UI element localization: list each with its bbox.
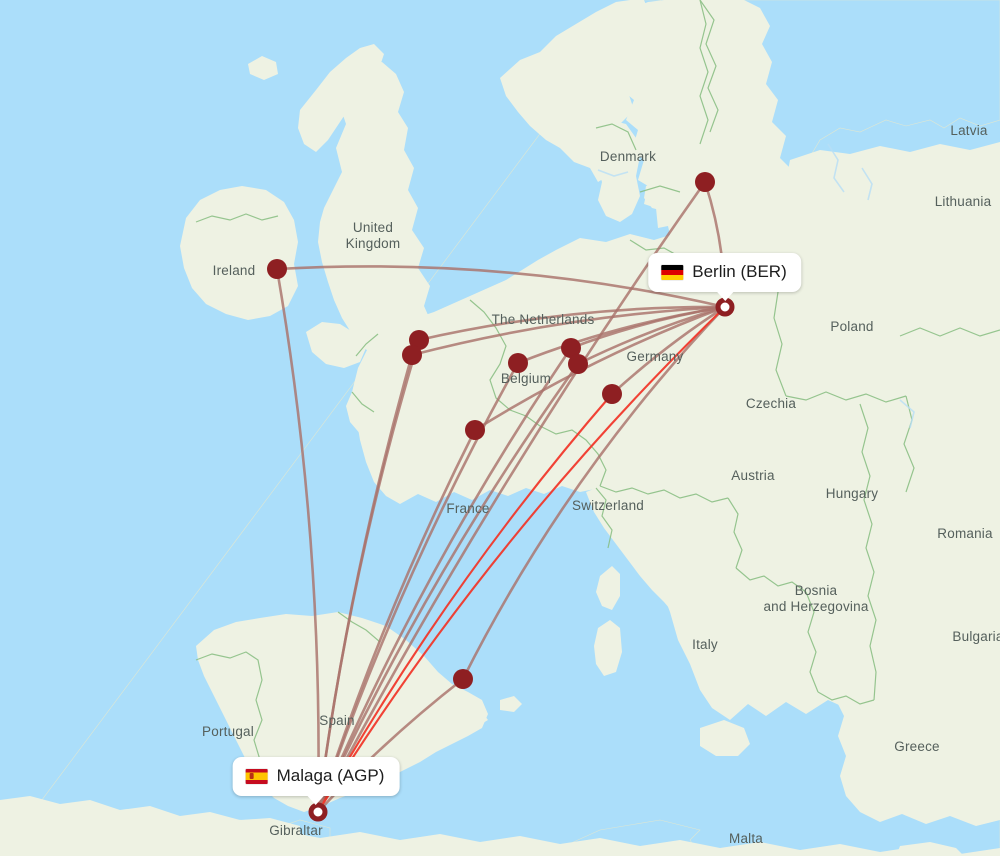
- tooltip-label-agp: Malaga (AGP): [276, 766, 385, 785]
- airport-dot-paris[interactable]: [465, 420, 485, 440]
- airport-dot-frankfurt[interactable]: [602, 384, 622, 404]
- airport-dot-cologne[interactable]: [568, 354, 588, 374]
- germany-flag-icon: [661, 264, 684, 280]
- map-canvas: [0, 0, 1000, 856]
- airport-dot-brussels[interactable]: [508, 353, 528, 373]
- endpoint-marker-agp[interactable]: [308, 802, 328, 822]
- airport-dot-dublin[interactable]: [267, 259, 287, 279]
- spain-flag-icon: [245, 768, 268, 784]
- flight-route-map[interactable]: Latvia Denmark Lithuania United Kingdom Irela…: [0, 0, 1000, 856]
- airport-dot-london-b[interactable]: [402, 345, 422, 365]
- airport-dot-barcelona[interactable]: [453, 669, 473, 689]
- tooltip-agp[interactable]: Malaga (AGP): [232, 757, 400, 805]
- tooltip-label-ber: Berlin (BER): [692, 262, 787, 281]
- tooltip-ber[interactable]: Berlin (BER): [648, 253, 802, 301]
- airport-dot-copenhagen[interactable]: [695, 172, 715, 192]
